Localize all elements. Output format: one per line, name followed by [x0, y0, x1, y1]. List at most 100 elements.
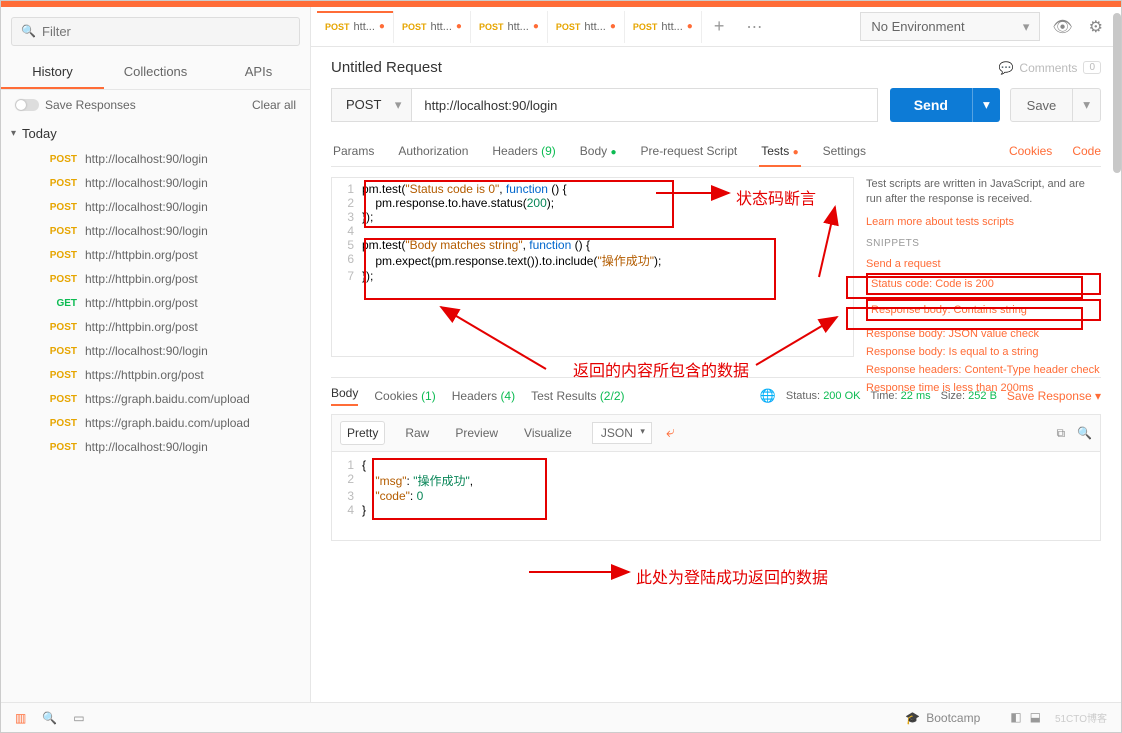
today-header[interactable]: ▾ Today [1, 120, 310, 147]
console-icon[interactable]: ▭ [73, 711, 84, 725]
filter-input[interactable] [11, 17, 300, 46]
history-item[interactable]: POSThttps://httpbin.org/post [1, 363, 310, 387]
tab-params[interactable]: Params [331, 136, 376, 166]
tab-settings[interactable]: Settings [821, 136, 868, 166]
snippet-item[interactable]: Response body: Is equal to a string [866, 343, 1101, 361]
tab-prerequest[interactable]: Pre-request Script [639, 136, 740, 166]
tab-tests[interactable]: Tests ● [759, 136, 800, 166]
copy-icon[interactable]: ⧉ [1056, 426, 1065, 441]
request-tab[interactable]: POSThtt...● [548, 11, 625, 43]
clear-all-button[interactable]: Clear all [252, 98, 296, 112]
request-title-row: Untitled Request 💬 Comments 0 [311, 47, 1121, 88]
eye-icon[interactable]: 👁 [1048, 13, 1076, 41]
visualize-button[interactable]: Visualize [518, 422, 578, 444]
find-icon[interactable]: 🔍 [42, 711, 57, 725]
sidebar-tab-collections[interactable]: Collections [104, 56, 207, 89]
format-dropdown[interactable]: JSON [592, 422, 652, 444]
method-label: POST [45, 226, 77, 237]
history-url: http://httpbin.org/post [85, 272, 198, 286]
history-list: POSThttp://localhost:90/loginPOSThttp://… [1, 147, 310, 702]
preview-button[interactable]: Preview [449, 422, 504, 444]
bootcamp-button[interactable]: 🎓 Bootcamp [905, 711, 980, 725]
layout-split-icon[interactable]: ◧ [1010, 710, 1021, 725]
save-responses-toggle[interactable] [15, 99, 39, 111]
sidebar: 🔍 History Collections APIs Save Response… [1, 7, 311, 702]
resp-tab-body[interactable]: Body [331, 386, 358, 406]
history-item[interactable]: POSThttps://graph.baidu.com/upload [1, 411, 310, 435]
history-url: http://localhost:90/login [85, 152, 208, 166]
unsaved-dot-icon: ● [610, 21, 616, 32]
pretty-button[interactable]: Pretty [340, 421, 385, 445]
resp-tab-headers[interactable]: Headers (4) [452, 389, 515, 403]
tab-headers[interactable]: Headers (9) [490, 136, 557, 166]
new-tab-button[interactable]: + [702, 8, 737, 45]
request-tab[interactable]: POSThtt...● [394, 11, 471, 43]
method-dropdown[interactable]: POST [331, 88, 412, 122]
tabs-more-button[interactable]: ⋯ [736, 9, 772, 45]
history-item[interactable]: POSThttp://localhost:90/login [1, 195, 310, 219]
save-responses-label: Save Responses [45, 98, 136, 112]
bottom-bar: ▥ 🔍 ▭ 🎓 Bootcamp ◧ ⬓ 51CTO博客 [1, 702, 1121, 732]
snippet-item[interactable]: Send a request [866, 255, 1101, 273]
sidebar-toggle-icon[interactable]: ▥ [15, 711, 26, 725]
history-url: http://httpbin.org/post [85, 248, 198, 262]
resp-tab-tests[interactable]: Test Results (2/2) [531, 389, 624, 403]
method-label: POST [45, 178, 77, 189]
history-item[interactable]: POSThttp://localhost:90/login [1, 435, 310, 459]
response-toolbar: Pretty Raw Preview Visualize JSON ⤶ ⧉ 🔍 [331, 414, 1101, 451]
history-item[interactable]: POSThttp://httpbin.org/post [1, 267, 310, 291]
watermark-label: 51CTO博客 [1055, 710, 1107, 725]
send-button[interactable]: Send [890, 88, 972, 122]
search-icon[interactable]: 🔍 [1077, 426, 1092, 441]
scrollbar-thumb[interactable] [1113, 13, 1121, 173]
history-item[interactable]: GEThttp://httpbin.org/post [1, 291, 310, 315]
history-item[interactable]: POST https://graph.baidu.com/upload [1, 387, 310, 411]
url-input[interactable] [412, 88, 877, 122]
history-url: http://localhost:90/login [85, 176, 208, 190]
save-button[interactable]: Save [1010, 88, 1074, 122]
raw-button[interactable]: Raw [399, 422, 435, 444]
save-response-button[interactable]: Save Response ▾ [1007, 389, 1101, 403]
history-item[interactable]: POST http://localhost:90/login [1, 171, 310, 195]
history-item[interactable]: POSThttp://httpbin.org/post [1, 315, 310, 339]
save-dropdown[interactable]: ▾ [1073, 88, 1101, 122]
sidebar-tab-apis[interactable]: APIs [207, 56, 310, 89]
environment-dropdown[interactable]: No Environment [860, 12, 1040, 41]
history-url: https://graph.baidu.com/upload [85, 392, 250, 406]
history-item[interactable]: POSThttp://localhost:90/login [1, 339, 310, 363]
workspace: POSThtt...●POSThtt...●POSThtt...●POSThtt… [311, 7, 1121, 702]
resp-tab-cookies[interactable]: Cookies (1) [374, 389, 435, 403]
code-link[interactable]: Code [1072, 144, 1101, 158]
snippets-panel: Test scripts are written in JavaScript, … [866, 177, 1101, 357]
send-dropdown[interactable]: ▾ [972, 88, 1000, 122]
comments-button[interactable]: 💬 Comments 0 [998, 61, 1101, 75]
snippet-item[interactable]: Response body: JSON value check [866, 325, 1101, 343]
tab-body[interactable]: Body ● [578, 136, 619, 166]
wrap-icon[interactable]: ⤶ [666, 424, 675, 442]
history-url: http://httpbin.org/post [85, 320, 198, 334]
gear-icon[interactable]: ⚙ [1085, 13, 1107, 41]
snippet-item[interactable]: Response body: Contains string [866, 299, 1101, 321]
method-label: POST [45, 394, 77, 405]
sidebar-tab-history[interactable]: History [1, 56, 104, 89]
response-body[interactable]: 1{ 2 "msg": "操作成功", 3 "code": 0 4} [331, 451, 1101, 541]
tab-authorization[interactable]: Authorization [396, 136, 470, 166]
snippet-item[interactable]: Status code: Code is 200 [866, 273, 1101, 295]
globe-icon[interactable]: 🌐 [760, 388, 776, 404]
sidebar-tabs: History Collections APIs [1, 56, 310, 90]
environment-controls: No Environment 👁 ⚙ [860, 12, 1115, 41]
history-item[interactable]: POSThttp://localhost:90/login [1, 147, 310, 171]
request-tab[interactable]: POSThtt...● [471, 11, 548, 43]
history-item[interactable]: POSThttp://httpbin.org/post [1, 243, 310, 267]
request-tab[interactable]: POSThtt...● [317, 11, 394, 43]
learn-more-link[interactable]: Learn more about tests scripts [866, 216, 1101, 228]
layout-bottom-icon[interactable]: ⬓ [1030, 710, 1041, 725]
history-url: http://localhost:90/login [85, 200, 208, 214]
request-tab[interactable]: POSThtt...● [625, 11, 702, 43]
request-title: Untitled Request [331, 59, 442, 76]
url-row: POST Send ▾ Save ▾ [331, 88, 1101, 122]
cookies-link[interactable]: Cookies [1009, 144, 1052, 158]
save-responses-row: Save Responses Clear all [1, 90, 310, 120]
tests-code-editor[interactable]: 1pm.test("Status code is 0", function ()… [331, 177, 854, 357]
history-item[interactable]: POSThttp://localhost:90/login [1, 219, 310, 243]
